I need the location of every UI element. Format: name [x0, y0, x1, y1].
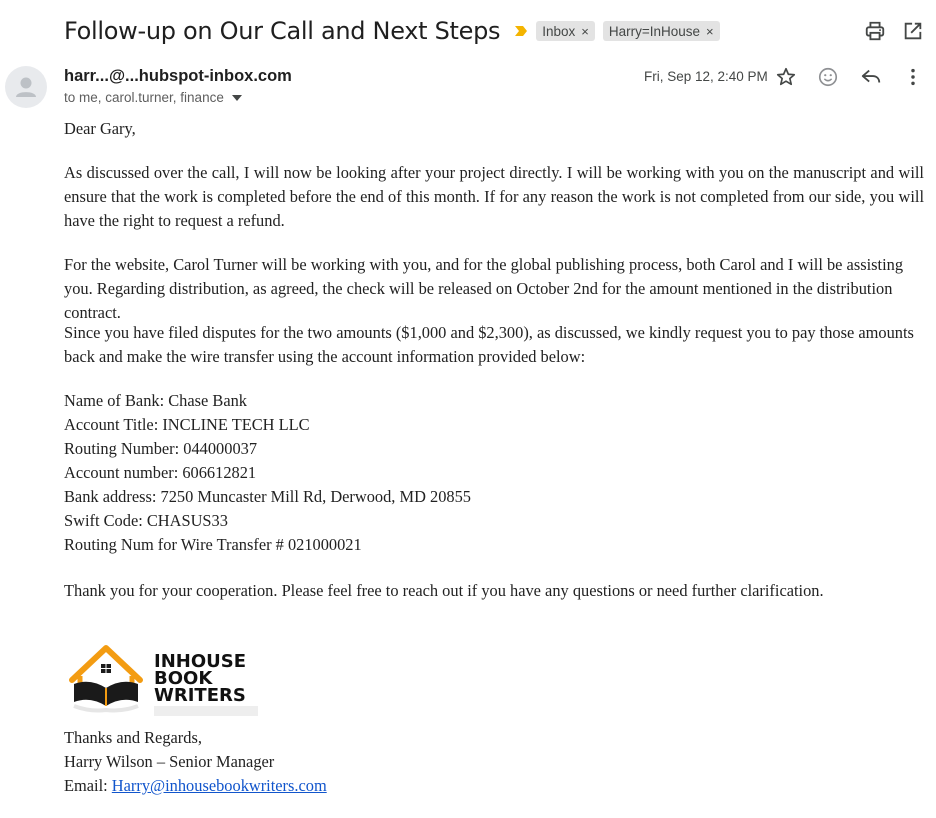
star-icon[interactable]	[775, 66, 797, 88]
recipients-line: to me, carol.turner, finance	[64, 90, 242, 105]
bank-detail-line: Account Title: INCLINE TECH LLC	[64, 415, 310, 434]
label-chip-inbox: Inbox ×	[536, 21, 595, 41]
remove-label-icon[interactable]: ×	[706, 24, 714, 39]
bank-detail-line: Bank address: 7250 Muncaster Mill Rd, De…	[64, 487, 471, 506]
importance-marker-icon[interactable]	[514, 25, 528, 37]
body-paragraph: For the website, Carol Turner will be wo…	[64, 255, 904, 322]
label-chip-text: Inbox	[542, 23, 576, 39]
company-logo: INHOUSE BOOK WRITERS	[69, 645, 258, 716]
thanks-paragraph: Thank you for your cooperation. Please f…	[64, 581, 824, 600]
email-subject: Follow-up on Our Call and Next Steps	[64, 17, 501, 45]
open-in-new-window-icon[interactable]	[902, 20, 924, 42]
bank-detail-line: Routing Number: 044000037	[64, 439, 258, 458]
sender-avatar[interactable]	[5, 66, 47, 108]
print-icon[interactable]	[864, 20, 886, 42]
reply-icon[interactable]	[860, 66, 882, 88]
logo-text: WRITERS	[154, 685, 246, 706]
recipients-text: to me, carol.turner, finance	[64, 90, 224, 105]
label-chip-harry-inhouse: Harry=InHouse ×	[602, 21, 720, 41]
bank-detail-line: Account number: 606612821	[64, 463, 257, 482]
bank-details: Name of Bank: Chase Bank Account Title: …	[64, 389, 924, 557]
body-paragraph: As discussed over the call, I will now b…	[64, 163, 924, 230]
label-chip-text: Harry=InHouse	[608, 23, 701, 39]
more-vert-icon[interactable]	[902, 66, 924, 88]
sender-address[interactable]: harr...@...hubspot-inbox.com	[64, 67, 292, 86]
subject-row: Follow-up on Our Call and Next Steps Inb…	[64, 14, 720, 48]
bank-detail-line: Routing Num for Wire Transfer # 02100002…	[64, 535, 362, 554]
signature-name: Harry Wilson – Senior Manager	[64, 752, 275, 771]
signature-email-link[interactable]: Harry@inhousebookwriters.com	[112, 776, 327, 795]
chevron-down-icon[interactable]	[231, 94, 242, 101]
closing-line: Thanks and Regards,	[64, 728, 202, 747]
bank-detail-line: Name of Bank: Chase Bank	[64, 391, 247, 410]
body-paragraph: Since you have filed disputes for the tw…	[64, 323, 914, 366]
person-icon	[16, 77, 36, 97]
email-greeting: Dear Gary,	[64, 119, 136, 138]
email-date: Fri, Sep 12, 2:40 PM	[644, 69, 768, 84]
signature-block: Thanks and Regards, Harry Wilson – Senio…	[64, 726, 924, 798]
signature-email-line: Email: Harry@inhousebookwriters.com	[64, 774, 924, 798]
remove-label-icon[interactable]: ×	[581, 24, 589, 39]
bank-detail-line: Swift Code: CHASUS33	[64, 511, 228, 530]
emoji-reaction-icon[interactable]	[817, 66, 839, 88]
email-label: Email:	[64, 776, 112, 795]
